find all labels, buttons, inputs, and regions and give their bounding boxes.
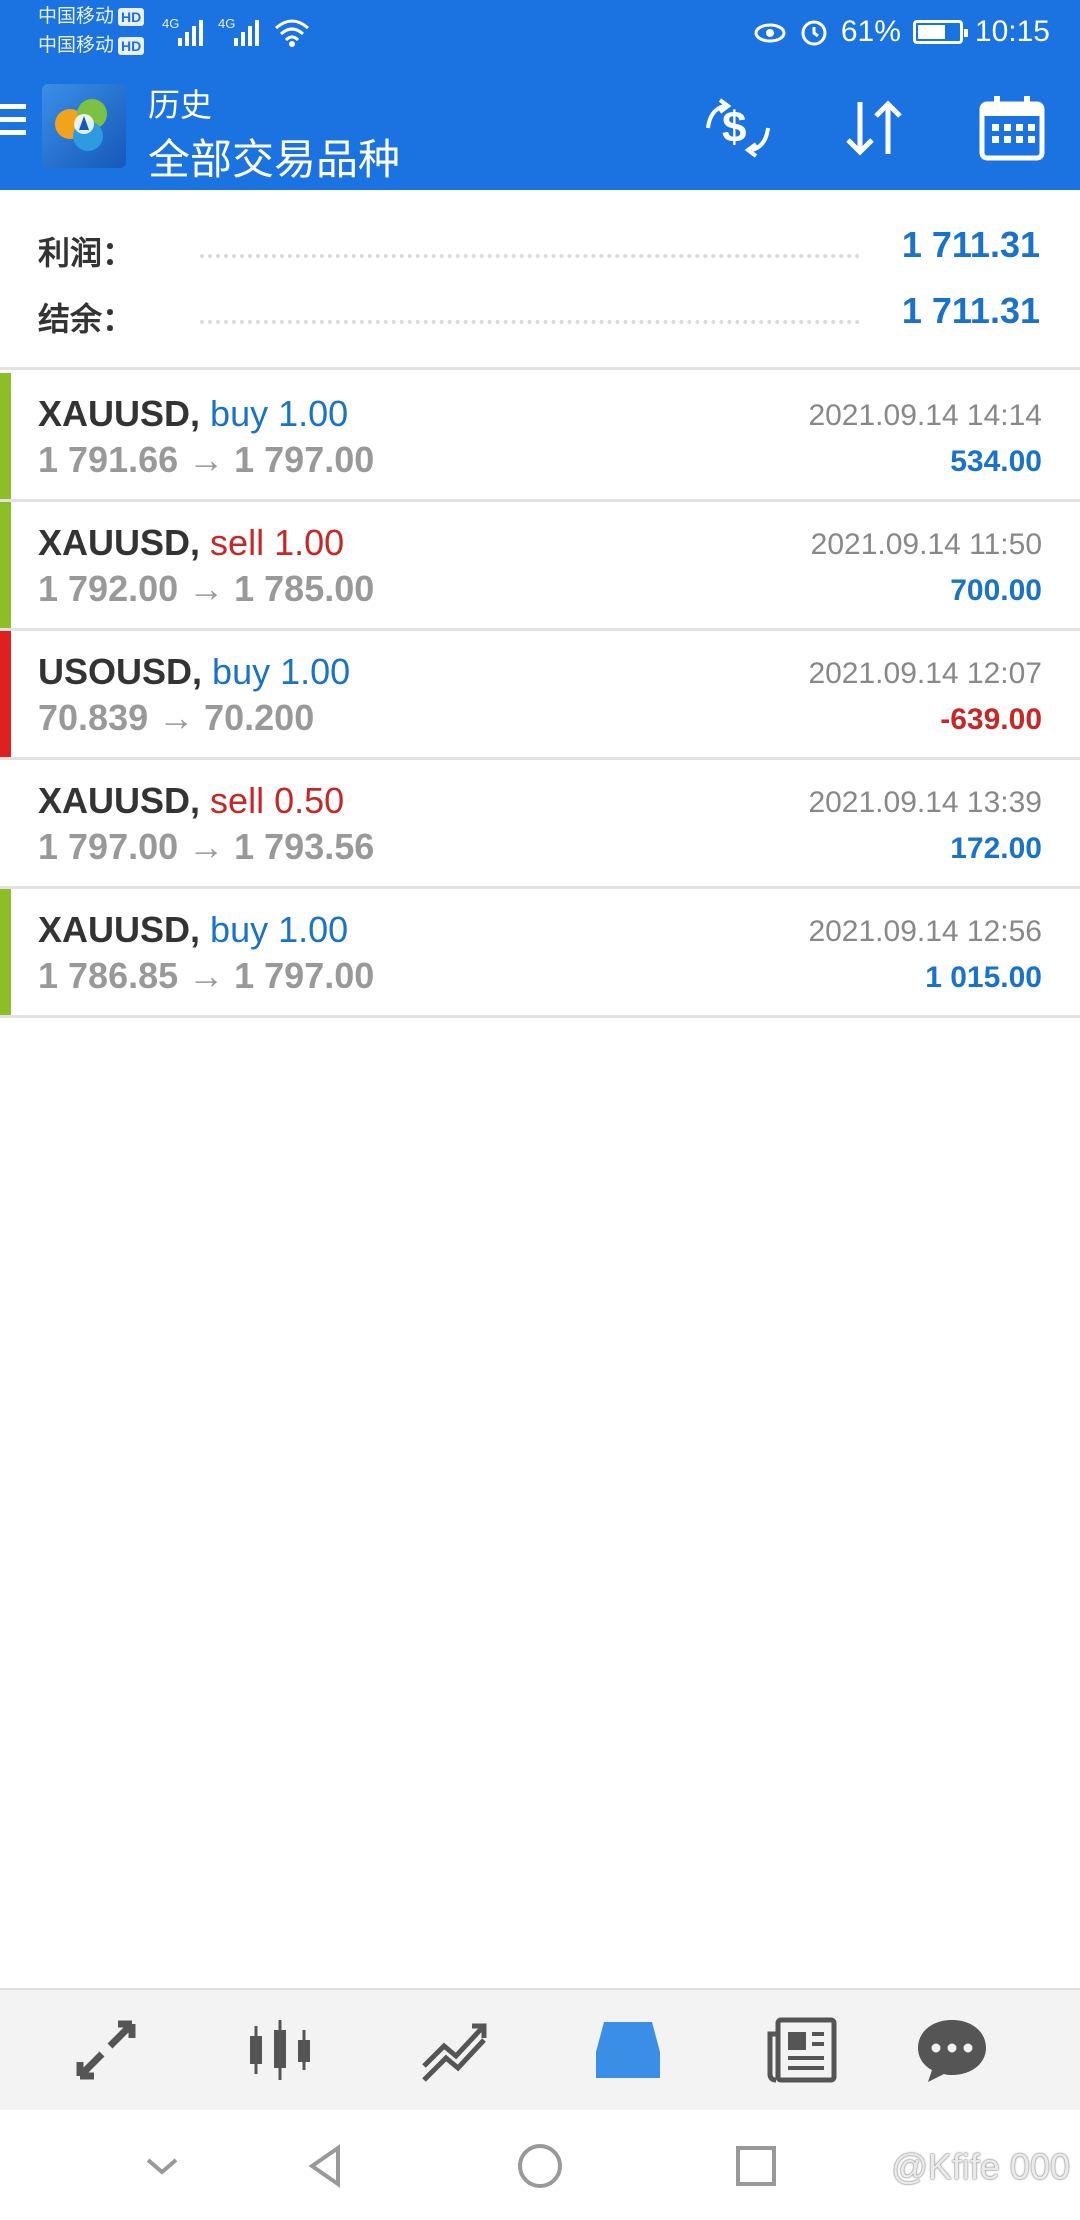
svg-text:4G: 4G xyxy=(162,16,179,31)
trade-prices: 1 791.66 → 1 797.00 xyxy=(38,439,375,480)
deposit-button[interactable]: $ xyxy=(702,92,774,164)
trade-status-bar xyxy=(0,373,11,499)
calendar-button[interactable] xyxy=(976,92,1048,164)
trade-side: sell 0.50 xyxy=(210,780,345,821)
trade-profit: 1 015.00 xyxy=(925,961,1042,994)
trade-status-bar xyxy=(0,631,11,757)
sort-button[interactable] xyxy=(838,92,910,164)
battery-percent: 61% xyxy=(840,15,901,48)
svg-text:4G: 4G xyxy=(218,16,235,31)
nav-news[interactable] xyxy=(764,2012,840,2088)
trade-profit: 700.00 xyxy=(950,574,1042,607)
trade-row[interactable]: XAUUSD, buy 1.00 1 786.85 → 1 797.00 202… xyxy=(0,889,1080,1018)
trade-prices: 1 797.00 → 1 793.56 xyxy=(38,826,375,867)
trade-time: 2021.09.14 14:14 xyxy=(808,399,1042,432)
carrier-1: 中国移动 HD xyxy=(38,6,145,28)
page-subtitle: 历史 xyxy=(148,87,213,123)
status-bar: 中国移动 HD 中国移动 HD 4G 4G 61% 10:15 xyxy=(0,0,1080,64)
trade-side: sell 1.00 xyxy=(210,522,345,563)
quotes-arrows-icon xyxy=(76,2020,136,2080)
newspaper-icon xyxy=(767,2017,837,2083)
profit-label: 利润： xyxy=(38,235,135,271)
trade-symbol: USOUSD, buy 1.00 xyxy=(38,651,351,692)
profit-row: 利润： 1 711.31 xyxy=(0,220,1080,280)
trade-lines-icon xyxy=(422,2023,487,2082)
trade-time: 2021.09.14 13:39 xyxy=(808,786,1042,819)
page-title[interactable]: 全部交易品种 xyxy=(148,126,400,187)
hide-keyboard-button[interactable] xyxy=(134,2138,190,2194)
sort-arrows-icon xyxy=(846,100,902,156)
eye-comfort-icon xyxy=(754,23,786,43)
battery-fill xyxy=(917,25,945,39)
trade-side: buy 1.00 xyxy=(212,651,351,692)
trade-symbol: XAUUSD, buy 1.00 xyxy=(38,393,349,434)
candlestick-icon xyxy=(250,2020,310,2080)
app-header: 中国移动 HD 中国移动 HD 4G 4G 61% 10:15 历史 全部交易品… xyxy=(0,0,1080,190)
status-right: 61% 10:15 xyxy=(753,12,1050,52)
calendar-icon xyxy=(979,96,1045,161)
dotted-leader xyxy=(200,254,860,258)
toolbar: 历史 全部交易品种 $ xyxy=(0,64,1080,190)
recents-square-icon xyxy=(736,2146,776,2186)
trade-status-bar xyxy=(0,502,11,628)
trade-symbol: XAUUSD, sell 0.50 xyxy=(38,780,345,821)
alarm-icon xyxy=(801,20,827,46)
back-button[interactable] xyxy=(298,2138,354,2194)
hd-badge: HD xyxy=(118,8,145,26)
inbox-tray-icon xyxy=(596,2022,660,2078)
balance-label: 结余： xyxy=(38,301,135,337)
trade-side: buy 1.00 xyxy=(210,909,349,950)
trade-history-list: XAUUSD, buy 1.00 1 791.66 → 1 797.00 202… xyxy=(0,373,1080,1018)
trade-status-bar xyxy=(0,760,11,886)
trade-prices: 1 792.00 → 1 785.00 xyxy=(38,568,375,609)
carrier-2: 中国移动 HD xyxy=(38,35,145,57)
summary-panel: 利润： 1 711.31 结余： 1 711.31 xyxy=(0,190,1080,370)
back-triangle-icon xyxy=(308,2144,340,2188)
balance-value: 1 711.31 xyxy=(901,290,1040,331)
bottom-nav xyxy=(0,1988,1080,2110)
trade-row[interactable]: XAUUSD, sell 1.00 1 792.00 → 1 785.00 20… xyxy=(0,502,1080,631)
nav-trade[interactable] xyxy=(416,2012,492,2088)
menu-icon[interactable] xyxy=(0,104,26,140)
signal-icon-2: 4G xyxy=(218,16,259,46)
trade-time: 2021.09.14 12:56 xyxy=(808,915,1042,948)
trade-profit: 534.00 xyxy=(950,445,1042,478)
trade-symbol: XAUUSD, sell 1.00 xyxy=(38,522,345,563)
wifi-icon xyxy=(275,19,309,47)
svg-text:$: $ xyxy=(722,103,746,152)
watermark: @Kfife 000 xyxy=(891,2146,1070,2187)
trade-profit: -639.00 xyxy=(940,703,1042,736)
nav-history[interactable] xyxy=(590,2012,666,2088)
chat-bubble-icon xyxy=(918,2020,986,2082)
hd-badge: HD xyxy=(118,37,145,55)
dollar-exchange-icon: $ xyxy=(706,98,770,158)
trade-row[interactable]: USOUSD, buy 1.00 70.839 → 70.200 2021.09… xyxy=(0,631,1080,760)
profit-value: 1 711.31 xyxy=(901,224,1040,265)
trade-time: 2021.09.14 11:50 xyxy=(810,528,1042,561)
system-nav-bar: @Kfife 000 xyxy=(0,2110,1080,2220)
trade-time: 2021.09.14 12:07 xyxy=(808,657,1042,690)
recents-button[interactable] xyxy=(728,2138,784,2194)
trade-row[interactable]: XAUUSD, sell 0.50 1 797.00 → 1 793.56 20… xyxy=(0,760,1080,889)
trade-profit: 172.00 xyxy=(950,832,1042,865)
signal-icon: 4G xyxy=(162,16,203,46)
metatrader-logo-icon xyxy=(42,84,126,168)
nav-messages[interactable] xyxy=(914,2012,990,2088)
trade-row[interactable]: XAUUSD, buy 1.00 1 791.66 → 1 797.00 202… xyxy=(0,373,1080,502)
trade-prices: 1 786.85 → 1 797.00 xyxy=(38,955,375,996)
chevron-down-icon xyxy=(146,2158,178,2175)
trade-status-bar xyxy=(0,889,11,1015)
dotted-leader xyxy=(200,320,860,324)
nav-chart[interactable] xyxy=(242,2012,318,2088)
clock: 10:15 xyxy=(974,15,1050,48)
home-button[interactable] xyxy=(512,2138,568,2194)
trade-symbol: XAUUSD, buy 1.00 xyxy=(38,909,349,950)
nav-quotes[interactable] xyxy=(68,2012,144,2088)
balance-row: 结余： 1 711.31 xyxy=(0,286,1080,346)
home-circle-icon xyxy=(518,2144,562,2188)
trade-side: buy 1.00 xyxy=(210,393,349,434)
battery-icon xyxy=(912,20,968,44)
trade-prices: 70.839 → 70.200 xyxy=(38,697,315,738)
